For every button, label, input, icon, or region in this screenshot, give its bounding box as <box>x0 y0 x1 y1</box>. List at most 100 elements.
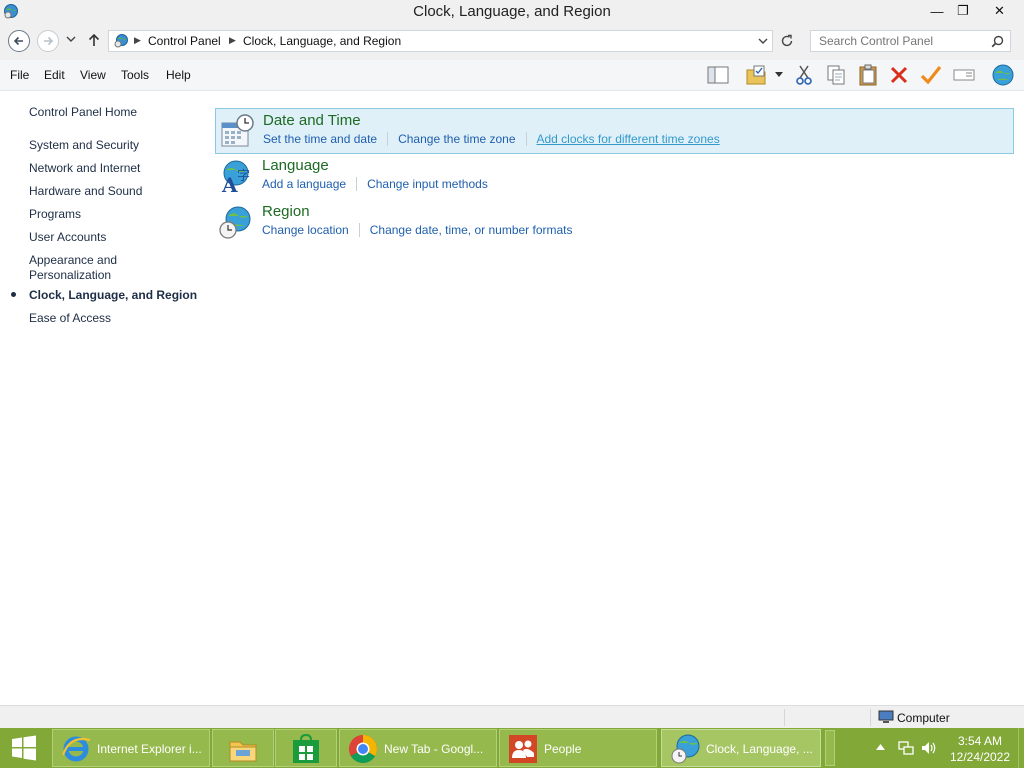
change-formats-link[interactable]: Change date, time, or number formats <box>370 223 573 237</box>
start-button[interactable] <box>0 728 48 768</box>
address-row: ▶ Control Panel ▶ Clock, Language, and R… <box>0 25 1024 60</box>
category-region[interactable]: Region Change location Change date, time… <box>215 200 1014 246</box>
refresh-button[interactable] <box>776 30 798 52</box>
address-bar[interactable]: ▶ Control Panel ▶ Clock, Language, and R… <box>108 30 773 52</box>
category-title-date-time[interactable]: Date and Time <box>263 112 361 129</box>
close-button[interactable]: ✕ <box>977 0 1022 22</box>
forward-arrow-icon <box>44 36 54 46</box>
recent-locations-icon[interactable] <box>66 35 76 43</box>
clock-date: 12/24/2022 <box>949 750 1011 764</box>
region-links: Change location Change date, time, or nu… <box>262 223 573 237</box>
link-separator <box>358 223 360 237</box>
delete-icon <box>890 66 908 84</box>
rename-button[interactable] <box>951 63 977 87</box>
taskbar-clock[interactable]: 3:54 AM 12/24/2022 <box>946 733 1014 765</box>
add-language-link[interactable]: Add a language <box>262 177 346 191</box>
language-links: Add a language Change input methods <box>262 177 488 191</box>
sidebar-item-appearance-personalization[interactable]: Appearance and Personalization <box>29 253 139 283</box>
status-bar: Computer <box>0 705 1024 728</box>
refresh-icon <box>781 34 793 47</box>
region-globe-icon <box>219 206 251 239</box>
taskbar-button-file-explorer[interactable] <box>212 729 274 767</box>
copy-button[interactable] <box>823 63 849 87</box>
taskbar-button-people[interactable]: People <box>499 729 657 767</box>
language-icon: A 字 <box>221 160 250 194</box>
menu-file[interactable]: File <box>10 68 29 82</box>
back-button[interactable] <box>8 30 30 52</box>
globe-icon <box>992 64 1014 86</box>
breadcrumb-control-panel[interactable]: Control Panel <box>148 34 221 48</box>
taskbar-button-internet-explorer[interactable]: Internet Explorer i... <box>52 729 210 767</box>
category-language[interactable]: A 字 Language Add a language Change input… <box>215 154 1014 200</box>
taskbar-button-chrome[interactable]: New Tab - Googl... <box>339 729 497 767</box>
sidebar-item-ease-of-access[interactable]: Ease of Access <box>29 311 111 326</box>
people-icon <box>509 735 537 763</box>
add-clocks-link[interactable]: Add clocks for different time zones <box>537 132 720 146</box>
category-title-region[interactable]: Region <box>262 203 310 220</box>
properties-button[interactable] <box>918 63 944 87</box>
network-globe-button[interactable] <box>990 63 1016 87</box>
minimize-button[interactable]: — <box>922 0 952 22</box>
set-time-date-link[interactable]: Set the time and date <box>263 132 377 146</box>
sidebar-item-network-internet[interactable]: Network and Internet <box>29 161 140 176</box>
search-icon[interactable] <box>991 35 1004 48</box>
change-input-methods-link[interactable]: Change input methods <box>367 177 488 191</box>
svg-text:A: A <box>221 173 238 194</box>
restore-icon: ❐ <box>957 3 969 18</box>
change-time-zone-link[interactable]: Change the time zone <box>398 132 515 146</box>
menu-view[interactable]: View <box>80 68 106 82</box>
date-time-icon <box>221 114 254 147</box>
category-date-time[interactable]: Date and Time Set the time and date Chan… <box>215 108 1014 154</box>
menu-bar: File Edit View Tools Help <box>0 60 1024 91</box>
breadcrumb-separator[interactable]: ▶ <box>229 35 236 46</box>
status-divider <box>870 709 871 726</box>
delete-button[interactable] <box>886 63 912 87</box>
forward-button[interactable] <box>37 30 59 52</box>
title-bar: Clock, Language, and Region — ❐ ✕ <box>0 0 1024 25</box>
clock-time: 3:54 AM <box>957 734 1003 748</box>
search-input[interactable] <box>811 31 987 51</box>
taskbar-button-control-panel[interactable]: Clock, Language, ... <box>661 729 821 767</box>
breadcrumb-separator[interactable]: ▶ <box>134 35 141 46</box>
cut-button[interactable] <box>791 63 817 87</box>
dropdown-arrow-icon <box>775 72 783 77</box>
menu-tools[interactable]: Tools <box>121 68 149 82</box>
category-title-language[interactable]: Language <box>262 157 329 174</box>
taskbar-overflow-handle[interactable] <box>825 730 835 766</box>
show-hidden-icons-icon[interactable] <box>876 744 885 750</box>
sidebar-item-clock-language-region[interactable]: Clock, Language, and Region <box>29 288 197 303</box>
folder-options-dropdown[interactable] <box>770 63 788 87</box>
sidebar-item-programs[interactable]: Programs <box>29 207 81 222</box>
maximize-button[interactable]: ❐ <box>950 0 976 22</box>
sidebar-item-hardware-sound[interactable]: Hardware and Sound <box>29 184 142 199</box>
link-separator <box>356 177 358 191</box>
menu-help[interactable]: Help <box>166 68 191 82</box>
copy-icon <box>827 65 845 85</box>
control-panel-home-link[interactable]: Control Panel Home <box>29 105 137 120</box>
search-box[interactable] <box>810 30 1011 52</box>
chevron-down-icon[interactable] <box>758 35 768 47</box>
paste-button[interactable] <box>855 63 881 87</box>
menu-edit[interactable]: Edit <box>44 68 65 82</box>
internet-explorer-icon <box>61 736 91 762</box>
close-icon: ✕ <box>994 3 1005 18</box>
back-arrow-icon <box>13 36 23 46</box>
change-location-link[interactable]: Change location <box>262 223 349 237</box>
volume-icon[interactable] <box>921 740 937 756</box>
status-location-label: Computer <box>897 711 950 725</box>
breadcrumb-clock-language-region[interactable]: Clock, Language, and Region <box>243 34 401 48</box>
sidebar-item-system-security[interactable]: System and Security <box>29 138 139 153</box>
taskbar-button-store[interactable] <box>275 729 337 767</box>
show-desktop-button[interactable] <box>1018 728 1024 768</box>
network-icon[interactable] <box>898 740 914 756</box>
folder-options-button[interactable] <box>743 63 769 87</box>
link-separator <box>387 132 389 146</box>
date-time-links: Set the time and date Change the time zo… <box>263 132 720 146</box>
up-arrow-icon[interactable] <box>87 32 101 48</box>
link-separator <box>525 132 527 146</box>
file-explorer-icon <box>229 741 257 762</box>
folder-options-icon <box>746 65 766 85</box>
taskbar-label: New Tab - Googl... <box>384 742 484 756</box>
layout-pane-button[interactable] <box>705 63 731 87</box>
sidebar-item-user-accounts[interactable]: User Accounts <box>29 230 106 245</box>
